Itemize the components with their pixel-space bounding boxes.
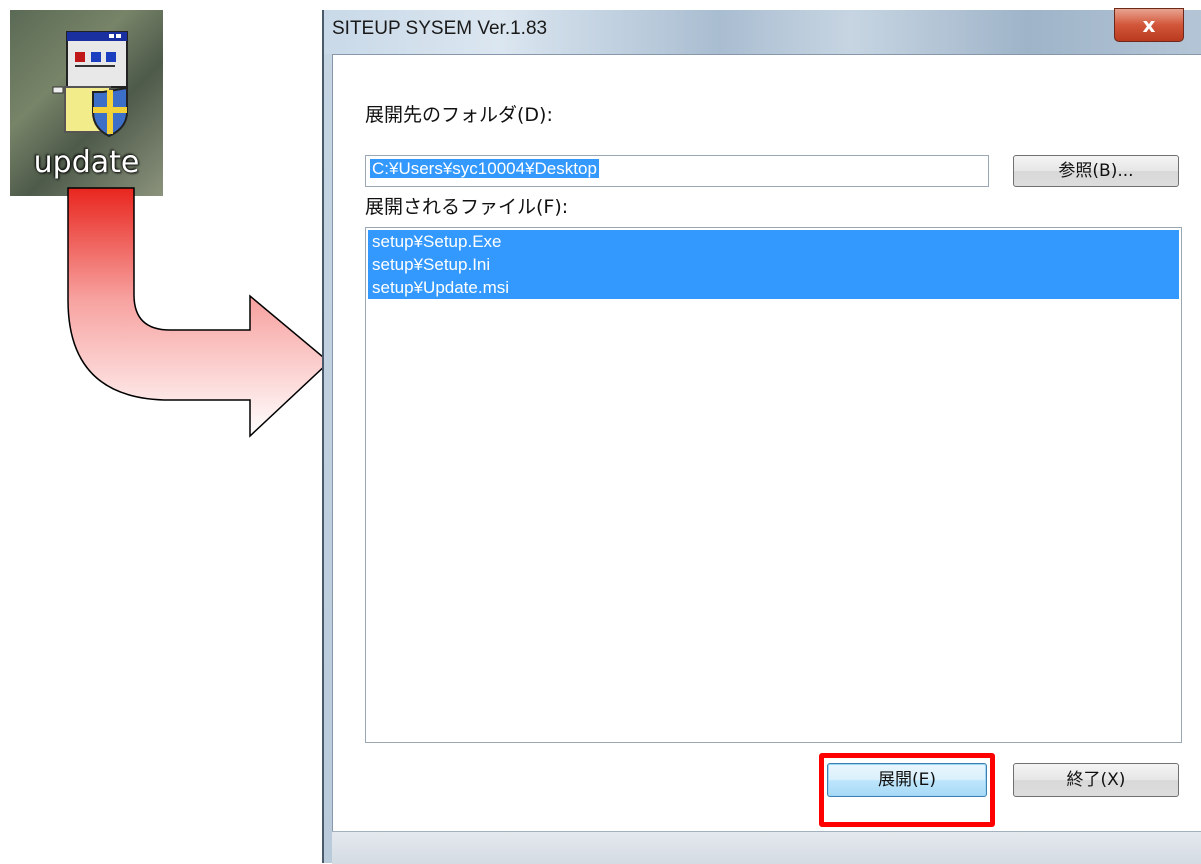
status-bar <box>332 831 1201 864</box>
folder-label: 展開先のフォルダ(D): <box>365 104 553 126</box>
extract-button[interactable]: 展開(E) <box>827 763 987 797</box>
list-item[interactable]: setup¥Update.msi <box>368 276 1179 299</box>
browse-button[interactable]: 参照(B)... <box>1013 155 1179 187</box>
window-title: SITEUP SYSEM Ver.1.83 <box>332 18 548 39</box>
list-item[interactable]: setup¥Setup.Ini <box>368 253 1179 276</box>
file-list[interactable]: setup¥Setup.Exe setup¥Setup.Ini setup¥Up… <box>365 227 1182 743</box>
setup-dialog: SITEUP SYSEM Ver.1.83 x 展開先のフォルダ(D): C:¥… <box>322 8 1201 864</box>
destination-folder-input[interactable]: C:¥Users¥syc10004¥Desktop <box>365 155 989 187</box>
exit-button[interactable]: 終了(X) <box>1013 763 1179 797</box>
close-button[interactable]: x <box>1114 8 1184 42</box>
curved-arrow <box>67 187 331 438</box>
destination-folder-value: C:¥Users¥syc10004¥Desktop <box>370 159 599 178</box>
dialog-body: 展開先のフォルダ(D): C:¥Users¥syc10004¥Desktop 参… <box>332 54 1201 832</box>
close-icon: x <box>1142 13 1156 37</box>
title-bar[interactable]: SITEUP SYSEM Ver.1.83 x <box>324 8 1201 54</box>
files-label: 展開されるファイル(F): <box>365 196 569 218</box>
list-item[interactable]: setup¥Setup.Exe <box>368 230 1179 253</box>
